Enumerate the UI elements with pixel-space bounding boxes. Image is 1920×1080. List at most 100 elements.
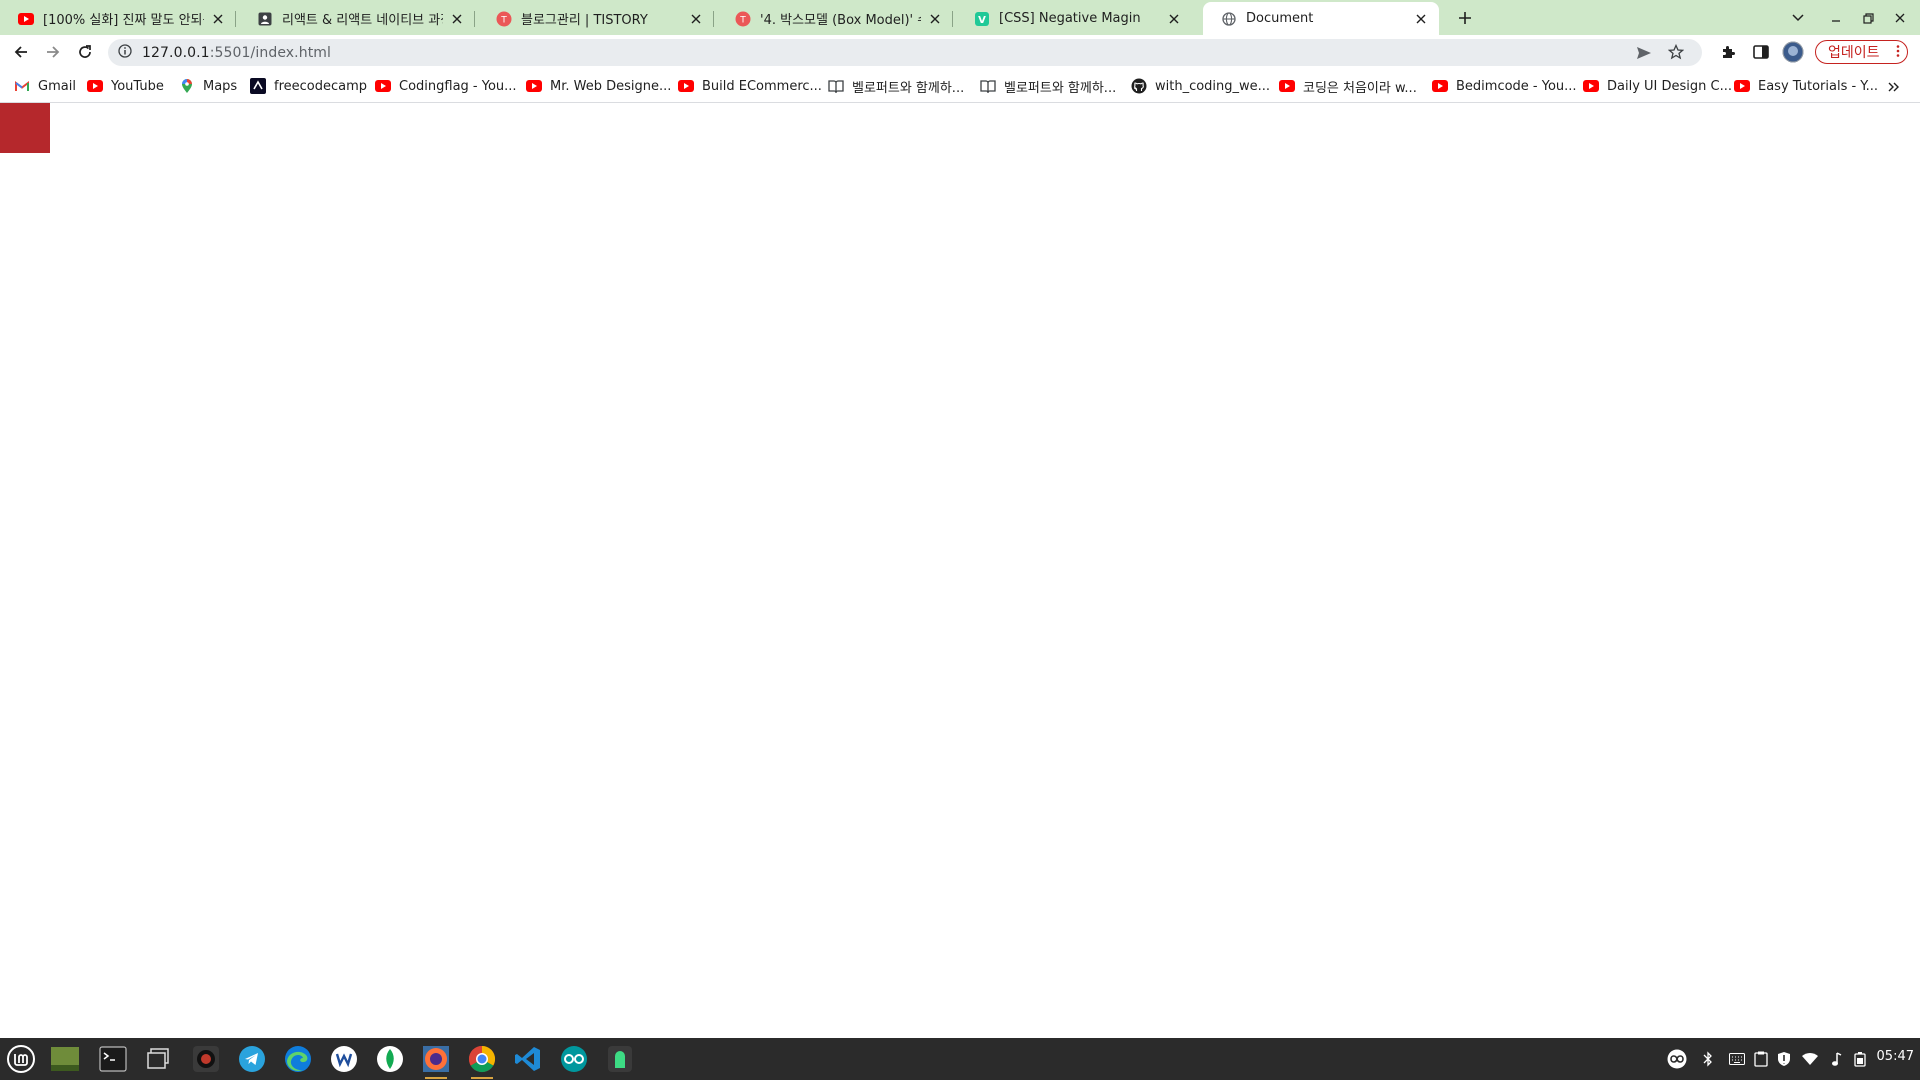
- bookmarks-bar: Gmail YouTube Maps freecodecamp Codingfl…: [0, 69, 1920, 103]
- bookmark-codingflag[interactable]: Codingflag - You...: [375, 77, 517, 95]
- update-button[interactable]: 업데이트: [1815, 40, 1908, 64]
- bookmark-with-coding[interactable]: with_coding_we...: [1131, 77, 1270, 95]
- close-icon[interactable]: [1166, 11, 1182, 27]
- bookmark-label: Bedimcode - You...: [1456, 78, 1577, 94]
- url-host: 127.0.0.1: [142, 44, 210, 61]
- reload-button[interactable]: [73, 40, 97, 64]
- infinity-tray-icon[interactable]: [1665, 1049, 1689, 1069]
- wifi-icon[interactable]: [1800, 1049, 1820, 1069]
- restore-button[interactable]: [1858, 8, 1878, 28]
- close-icon[interactable]: [688, 11, 704, 27]
- mint-menu-icon[interactable]: [4, 1042, 38, 1076]
- writer-icon[interactable]: [327, 1042, 361, 1076]
- tab-separator: [713, 11, 714, 27]
- close-icon[interactable]: [927, 11, 943, 27]
- bookmark-coding-first-time[interactable]: 코딩은 처음이라 w...: [1279, 77, 1417, 96]
- clipboard-icon[interactable]: [1751, 1049, 1771, 1069]
- extensions-icon[interactable]: [1716, 40, 1740, 64]
- star-icon[interactable]: [1667, 43, 1685, 64]
- tab-search-button[interactable]: [1788, 8, 1808, 28]
- tab-title: [CSS] Negative Magin: [999, 11, 1141, 26]
- bookmark-freecodecamp[interactable]: freecodecamp: [250, 77, 367, 95]
- shield-icon[interactable]: [1774, 1049, 1794, 1069]
- close-icon[interactable]: [1413, 11, 1429, 27]
- youtube-icon: [1734, 78, 1750, 94]
- bookmark-build-ecommerce[interactable]: Build ECommerc...: [678, 77, 822, 95]
- bookmark-label: freecodecamp: [274, 78, 368, 94]
- taskbar: 05:47: [0, 1038, 1920, 1080]
- keyboard-icon[interactable]: [1727, 1049, 1747, 1069]
- bookmark-label: 벨로퍼트와 함께하...: [1004, 80, 1117, 96]
- bookmark-label: Build ECommerc...: [702, 78, 822, 94]
- bookmark-youtube[interactable]: YouTube: [87, 77, 164, 95]
- send-icon[interactable]: [1636, 45, 1652, 64]
- tab-title: '4. 박스모델 (Box Model)' 수정: [760, 13, 921, 28]
- close-icon[interactable]: [449, 11, 465, 27]
- tab-tistory-edit[interactable]: T '4. 박스모델 (Box Model)' 수정: [717, 2, 953, 35]
- clock[interactable]: 05:47: [1877, 1049, 1914, 1064]
- minimize-button[interactable]: [1826, 8, 1846, 28]
- arduino-icon[interactable]: [557, 1042, 591, 1076]
- bookmark-maps[interactable]: Maps: [179, 77, 237, 95]
- firefox-icon[interactable]: [419, 1042, 453, 1079]
- tab-youtube-video[interactable]: [100% 실화] 진짜 말도 안되는 인: [0, 2, 236, 35]
- vscode-icon[interactable]: [511, 1042, 545, 1076]
- bookmark-bedimcode[interactable]: Bedimcode - You...: [1432, 77, 1577, 95]
- close-window-button[interactable]: [1890, 8, 1910, 28]
- bookmark-label: Codingflag - You...: [399, 78, 517, 94]
- tab-title: 리액트 & 리액트 네이티브 과정: [282, 13, 443, 28]
- bookmark-velopert-2[interactable]: 벨로퍼트와 함께하...: [980, 77, 1117, 96]
- url-text: 127.0.0.1:5501/index.html: [142, 45, 331, 61]
- chrome-icon[interactable]: [465, 1042, 499, 1079]
- maps-icon: [179, 78, 195, 94]
- tab-title: 블로그관리 | TISTORY: [521, 13, 648, 28]
- address-bar[interactable]: 127.0.0.1:5501/index.html: [108, 39, 1702, 66]
- bookmark-easy-tutorials[interactable]: Easy Tutorials - Y...: [1734, 77, 1878, 95]
- camera-icon[interactable]: [189, 1042, 223, 1076]
- update-label: 업데이트: [1828, 45, 1880, 61]
- bookmark-mr-web-designer[interactable]: Mr. Web Designe...: [526, 77, 671, 95]
- side-panel-icon[interactable]: [1749, 40, 1773, 64]
- close-icon[interactable]: [210, 11, 226, 27]
- more-bookmarks-icon[interactable]: [1888, 78, 1900, 96]
- tab-document[interactable]: Document: [1203, 2, 1439, 35]
- bookmark-label: Mr. Web Designe...: [550, 78, 672, 94]
- music-note-icon[interactable]: [1827, 1049, 1847, 1069]
- tab-tistory-admin[interactable]: T 블로그관리 | TISTORY: [478, 2, 714, 35]
- back-button[interactable]: [9, 40, 33, 64]
- bookmark-label: Easy Tutorials - Y...: [1758, 78, 1879, 94]
- mongodb-icon[interactable]: [373, 1042, 407, 1076]
- bookmark-daily-ui[interactable]: Daily UI Design C...: [1583, 77, 1732, 95]
- youtube-icon: [678, 78, 694, 94]
- desktop-icon[interactable]: [48, 1042, 82, 1076]
- avatar[interactable]: [1781, 40, 1805, 64]
- terminal-icon[interactable]: [96, 1042, 130, 1076]
- files-icon[interactable]: [142, 1042, 176, 1076]
- youtube-icon: [375, 78, 391, 94]
- android-studio-icon[interactable]: [603, 1042, 637, 1076]
- velog-icon: V: [974, 11, 990, 27]
- tab-separator: [235, 11, 236, 27]
- site-info-icon[interactable]: [118, 43, 132, 62]
- bookmark-gmail[interactable]: Gmail: [14, 77, 76, 95]
- youtube-icon: [18, 11, 34, 27]
- tab-react-course[interactable]: 리액트 & 리액트 네이티브 과정: [239, 2, 475, 35]
- telegram-icon[interactable]: [235, 1042, 269, 1076]
- forward-button[interactable]: [41, 40, 65, 64]
- bookmark-label: 벨로퍼트와 함께하...: [852, 80, 965, 96]
- bookmark-label: YouTube: [111, 78, 164, 94]
- more-menu-icon[interactable]: [1896, 44, 1900, 62]
- edge-icon[interactable]: [281, 1042, 315, 1076]
- tistory-icon: T: [735, 11, 751, 27]
- red-box: [0, 103, 50, 153]
- bluetooth-icon[interactable]: [1698, 1049, 1718, 1069]
- new-tab-button[interactable]: [1455, 8, 1475, 28]
- tab-velog-negative-margin[interactable]: V [CSS] Negative Magin: [956, 2, 1192, 35]
- bookmark-label: Maps: [203, 78, 238, 94]
- bookmark-label: Daily UI Design C...: [1607, 78, 1732, 94]
- battery-icon[interactable]: [1850, 1049, 1870, 1069]
- bookmark-velopert-1[interactable]: 벨로퍼트와 함께하...: [828, 77, 965, 96]
- bookmark-label: 코딩은 처음이라 w...: [1303, 80, 1417, 96]
- url-path: :5501/index.html: [209, 44, 332, 61]
- svg-text:T: T: [500, 15, 507, 25]
